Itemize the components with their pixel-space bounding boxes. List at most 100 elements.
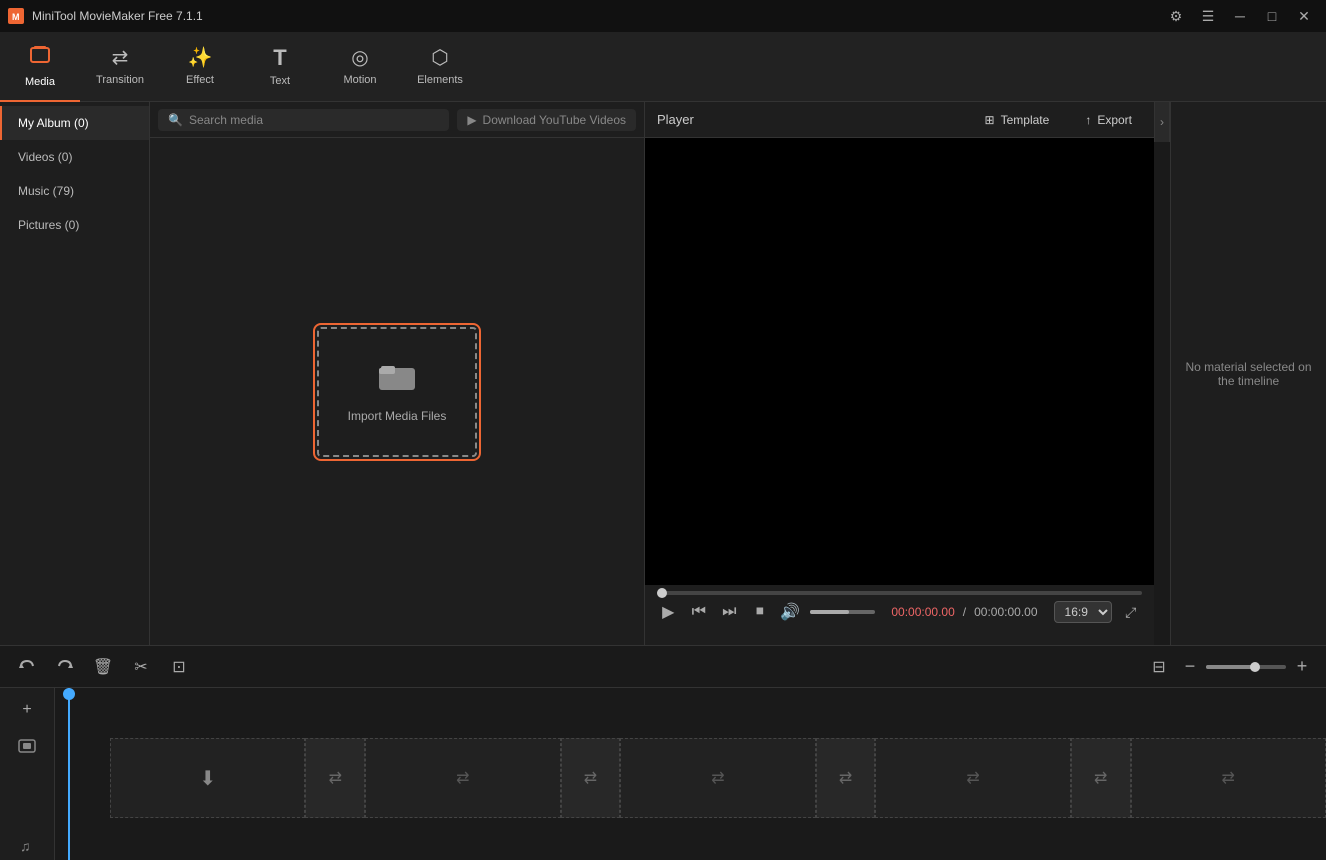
effect-icon: ✨ [188,45,213,70]
search-media-label: Search media [189,113,263,127]
timeline-connector-3[interactable]: ⇄ [816,738,876,818]
no-material-message: No material selected on the timeline [1171,102,1326,645]
video-track-row: ⬇ ⇄ ⇄ ⇄ ⇄ ⇄ ⇄ [110,738,1326,818]
search-icon: 🔍 [168,113,183,127]
export-icon: ↑ [1085,113,1091,127]
timeline-main[interactable]: ⬇ ⇄ ⇄ ⇄ ⇄ ⇄ ⇄ [55,688,1326,860]
time-separator: / [963,605,966,619]
toolbar-item-text-label: Text [270,75,290,87]
timeline-cell-3[interactable]: ⇄ [620,738,815,818]
cut-button[interactable]: ✂ [126,652,156,682]
search-media-button[interactable]: 🔍 Search media [158,109,449,131]
zoom-controls: ⊟ − + [1144,652,1314,682]
time-total: 00:00:00.00 [974,605,1037,619]
youtube-icon: ▶ [467,113,476,127]
app-title: MiniTool MovieMaker Free 7.1.1 [32,9,1154,23]
aspect-ratio-select[interactable]: 16:9 9:16 4:3 1:1 [1054,601,1112,623]
maximize-button[interactable]: □ [1258,2,1286,30]
app-icon: M [8,8,24,24]
elements-icon: ⬡ [431,45,448,70]
player-panel: Player ⊞ Template ↑ Export ▶ ⏮ ⏭ ⏹ 🔊 [644,102,1154,645]
time-current: 00:00:00.00 [891,605,954,619]
toolbar-item-elements[interactable]: ⬡ Elements [400,32,480,102]
player-label: Player [657,112,959,127]
timeline-cell-2[interactable]: ⇄ [365,738,560,818]
progress-thumb[interactable] [657,588,667,598]
sidebar-item-pictures[interactable]: Pictures (0) [0,208,149,242]
toolbar-item-elements-label: Elements [417,74,463,86]
settings-button[interactable]: ⚙ [1162,2,1190,30]
toolbar-item-effect[interactable]: ✨ Effect [160,32,240,102]
fullscreen-button[interactable]: ⤢ [1120,604,1143,621]
right-panel: No material selected on the timeline [1170,102,1326,645]
zoom-out-button[interactable]: − [1178,656,1202,677]
download-to-cell-icon: ⬇ [199,766,216,791]
collapse-panel-button[interactable]: › [1154,102,1170,142]
timeline-cell-main[interactable]: ⬇ [110,738,305,818]
split-view-button[interactable]: ⊟ [1144,652,1174,682]
toolbar-item-media-label: Media [25,76,55,88]
timeline-connector-1[interactable]: ⇄ [305,738,365,818]
playhead[interactable] [68,688,70,860]
prev-frame-button[interactable]: ⏮ [688,603,711,621]
minimize-button[interactable]: ─ [1226,2,1254,30]
timeline-cell-4[interactable]: ⇄ [875,738,1070,818]
audio-track-icon: ♫ [12,832,42,860]
volume-button[interactable]: 🔊 [779,602,802,622]
stop-button[interactable]: ⏹ [749,603,772,621]
motion-icon: ◎ [351,45,368,70]
toolbar-item-motion-label: Motion [343,74,376,86]
bottom-toolbar: 🗑 ✂ ⊡ ⊟ − + [0,645,1326,687]
svg-text:M: M [12,12,20,22]
toolbar-item-transition[interactable]: ⇄ Transition [80,32,160,102]
media-toolbar: 🔍 Search media ▶ Download YouTube Videos [150,102,644,138]
import-media-label: Import Media Files [348,409,447,423]
text-icon: T [273,45,286,71]
player-controls: ▶ ⏮ ⏭ ⏹ 🔊 00:00:00.00 / 00:00:00.00 16:9… [645,585,1154,645]
timeline-connector-4[interactable]: ⇄ [1071,738,1131,818]
menu-button[interactable]: ☰ [1194,2,1222,30]
sidebar-item-music[interactable]: Music (79) [0,174,149,208]
svg-text:♫: ♫ [20,838,31,854]
close-button[interactable]: ✕ [1290,2,1318,30]
crop-button[interactable]: ⊡ [164,652,194,682]
toolbar-item-effect-label: Effect [186,74,214,86]
zoom-thumb[interactable] [1250,662,1260,672]
import-media-box[interactable]: Import Media Files [317,327,477,457]
video-track-icon [12,732,42,760]
title-buttons: ⚙ ☰ ─ □ ✕ [1162,2,1318,30]
toolbar-item-motion[interactable]: ◎ Motion [320,32,400,102]
main-area: My Album (0) Videos (0) Music (79) Pictu… [0,102,1326,645]
timeline-left-panel: + ♫ [0,688,55,860]
sidebar-item-videos[interactable]: Videos (0) [0,140,149,174]
controls-row: ▶ ⏮ ⏭ ⏹ 🔊 00:00:00.00 / 00:00:00.00 16:9… [657,601,1142,623]
download-yt-label: Download YouTube Videos [483,113,626,127]
undo-button[interactable] [12,652,42,682]
media-content: Import Media Files [150,138,644,645]
play-button[interactable]: ▶ [657,602,680,622]
sidebar-item-my-album[interactable]: My Album (0) [0,106,149,140]
zoom-slider[interactable] [1206,665,1286,669]
delete-button[interactable]: 🗑 [88,652,118,682]
player-header: Player ⊞ Template ↑ Export [645,102,1154,138]
template-button[interactable]: ⊞ Template [975,109,1060,131]
toolbar-item-text[interactable]: T Text [240,32,320,102]
progress-bar[interactable] [657,591,1142,595]
volume-slider[interactable] [810,610,876,614]
media-icon [29,44,51,72]
add-track-button[interactable]: + [12,696,42,724]
timeline-connector-2[interactable]: ⇄ [561,738,621,818]
video-area [645,138,1154,585]
toolbar: Media ⇄ Transition ✨ Effect T Text ◎ Mot… [0,32,1326,102]
toolbar-item-media[interactable]: Media [0,32,80,102]
zoom-in-button[interactable]: + [1290,656,1314,677]
export-button[interactable]: ↑ Export [1075,109,1142,131]
media-panel: 🔍 Search media ▶ Download YouTube Videos… [150,102,644,645]
sidebar: My Album (0) Videos (0) Music (79) Pictu… [0,102,150,645]
template-icon: ⊞ [985,113,995,127]
timeline-cell-5[interactable]: ⇄ [1131,738,1326,818]
timeline: + ♫ ⬇ ⇄ ⇄ ⇄ [0,687,1326,860]
redo-button[interactable] [50,652,80,682]
download-youtube-button[interactable]: ▶ Download YouTube Videos [457,109,636,131]
next-frame-button[interactable]: ⏭ [718,603,741,621]
